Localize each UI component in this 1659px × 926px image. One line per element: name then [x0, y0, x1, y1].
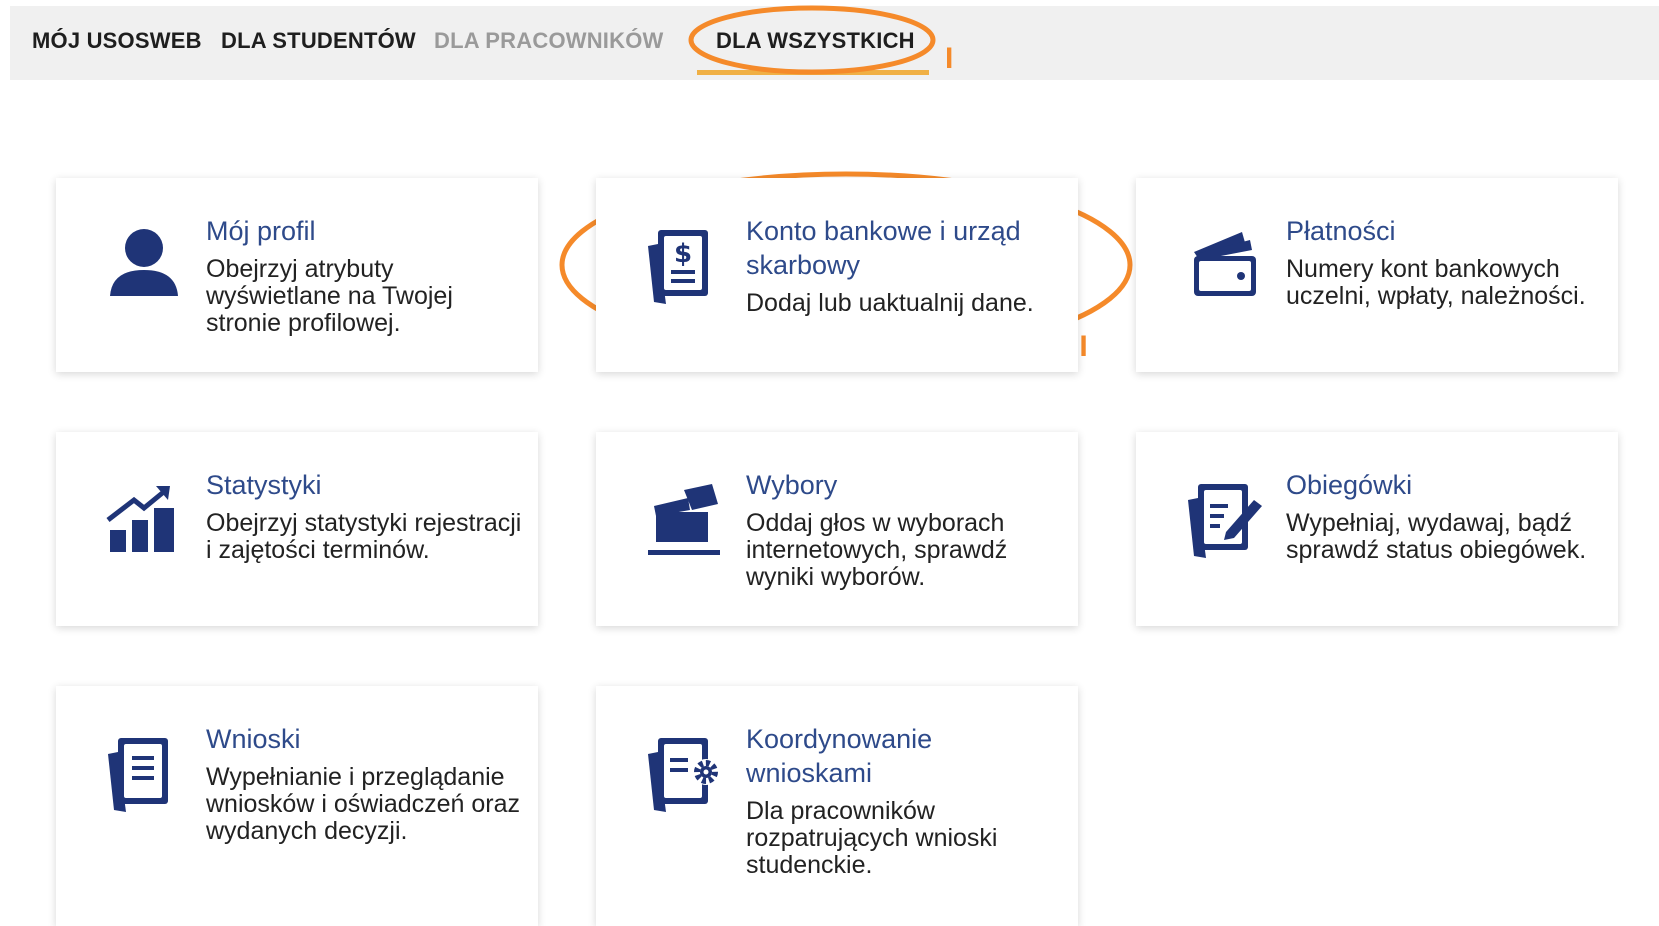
- card-description: Dodaj lub uaktualnij dane.: [746, 289, 1034, 317]
- svg-text:$: $: [674, 239, 692, 269]
- document-list-icon: [108, 738, 168, 812]
- card-description: Oddaj głos w wyborach internetowych, spr…: [746, 509, 1008, 591]
- document-edit-icon: [1188, 484, 1262, 558]
- card-wybory[interactable]: Wybory Oddaj głos w wyborach internetowy…: [596, 432, 1078, 626]
- tab-moj-usosweb[interactable]: MÓJ USOSWEB: [32, 28, 202, 54]
- card-koordynowanie-wnioskami[interactable]: Koordynowanie wnioskami Dla pracowników …: [596, 686, 1078, 926]
- card-title: Konto bankowe i urząd skarbowy: [746, 216, 1021, 280]
- user-icon: [110, 229, 178, 296]
- card-konto-bankowe[interactable]: $ Konto bankowe i urząd skarbowy Dodaj l…: [596, 178, 1078, 372]
- tab-dla-pracownikow[interactable]: DLA PRACOWNIKÓW: [434, 28, 664, 54]
- card-obiegowki[interactable]: Obiegówki Wypełniaj, wydawaj, bądź spraw…: [1136, 432, 1618, 626]
- card-moj-profil[interactable]: Mój profil Obejrzyj atrybuty wyświetlane…: [56, 178, 538, 372]
- card-title: Obiegówki: [1286, 470, 1413, 500]
- annotation-mark-1: I: [945, 42, 954, 75]
- card-wnioski[interactable]: Wnioski Wypełnianie i przeglądanie wnios…: [56, 686, 538, 926]
- card-title: Mój profil: [206, 216, 316, 246]
- wallet-icon: [1194, 232, 1256, 296]
- card-description: Wypełnianie i przeglądanie wniosków i oś…: [206, 763, 521, 845]
- card-description: Numery kont bankowych uczelni, wpłaty, n…: [1286, 255, 1586, 310]
- active-tab-underline: [697, 70, 929, 75]
- tab-dla-wszystkich[interactable]: DLA WSZYSTKICH: [716, 28, 915, 54]
- card-description: Obejrzyj statystyki rejestracji i zajęto…: [206, 509, 522, 564]
- card-title: Płatności: [1286, 216, 1396, 246]
- tab-dla-studentow[interactable]: DLA STUDENTÓW: [221, 28, 416, 54]
- chart-growth-icon: [106, 486, 174, 552]
- card-title: Wybory: [746, 470, 838, 500]
- document-dollar-icon: $: [648, 230, 708, 304]
- document-gear-icon: [648, 738, 719, 812]
- card-title: Wnioski: [206, 724, 301, 754]
- card-title: Statystyki: [206, 470, 322, 500]
- ballot-box-icon: [648, 484, 720, 555]
- card-description: Dla pracowników rozpatrujących wnioski s…: [746, 797, 998, 879]
- card-platnosci[interactable]: Płatności Numery kont bankowych uczelni,…: [1136, 178, 1618, 372]
- top-navigation: MÓJ USOSWEB DLA STUDENTÓW DLA PRACOWNIKÓ…: [10, 6, 1659, 80]
- card-description: Wypełniaj, wydawaj, bądź sprawdź status …: [1286, 509, 1587, 564]
- card-title: Koordynowanie wnioskami: [746, 724, 933, 788]
- card-statystyki[interactable]: Statystyki Obejrzyj statystyki rejestrac…: [56, 432, 538, 626]
- card-description: Obejrzyj atrybuty wyświetlane na Twojej …: [206, 255, 453, 337]
